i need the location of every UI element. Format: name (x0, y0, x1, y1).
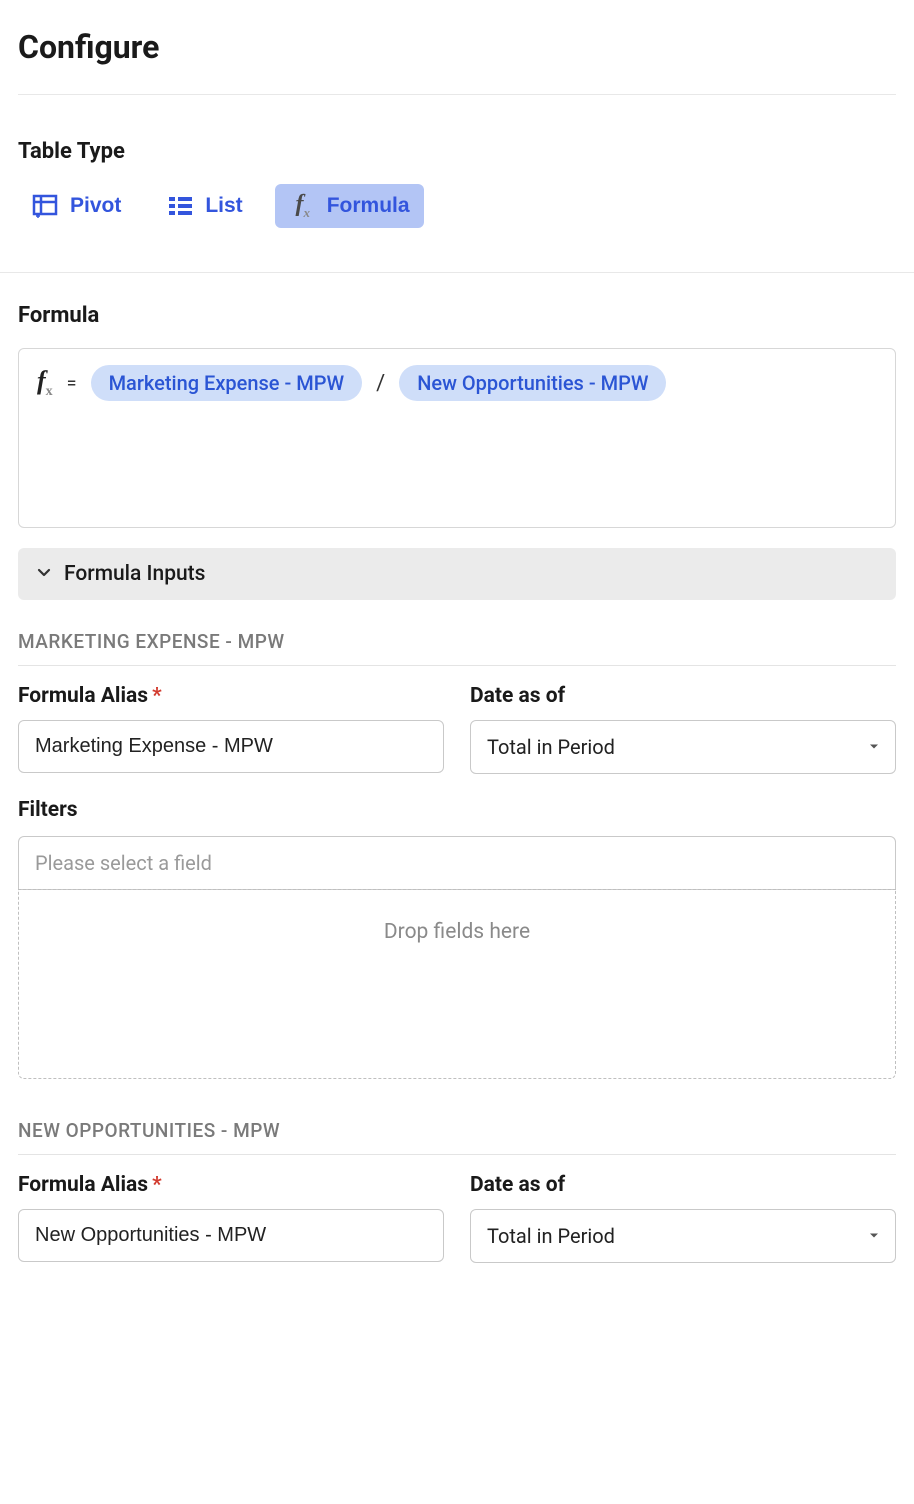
formula-icon: fx (289, 194, 317, 218)
dateasof-select[interactable]: Total in Period (470, 720, 896, 774)
table-type-label: Table Type (18, 139, 896, 164)
filters-field-select[interactable]: Please select a field (18, 836, 896, 890)
divider (18, 94, 896, 95)
list-icon (167, 194, 195, 218)
page-title: Configure (18, 18, 896, 66)
chevron-down-icon (36, 564, 52, 584)
required-mark: * (152, 684, 162, 708)
input-group-header: MARKETING EXPENSE - MPW (18, 630, 896, 653)
tab-list-label: List (205, 194, 242, 218)
dateasof-select[interactable]: Total in Period (470, 1209, 896, 1263)
divider (18, 1154, 896, 1155)
tab-list[interactable]: List (153, 184, 256, 228)
filters-dropzone[interactable]: Drop fields here (18, 889, 896, 1079)
tab-pivot[interactable]: Pivot (18, 184, 135, 228)
tab-formula[interactable]: fx Formula (275, 184, 424, 228)
formula-section-label: Formula (18, 303, 896, 328)
alias-label: Formula Alias* (18, 684, 444, 708)
operator-divide: / (372, 371, 389, 396)
formula-inputs-label: Formula Inputs (64, 562, 205, 586)
tab-formula-label: Formula (327, 194, 410, 218)
input-group: MARKETING EXPENSE - MPW Formula Alias* D… (18, 630, 896, 1079)
formula-inputs-accordion[interactable]: Formula Inputs (18, 548, 896, 600)
formula-token[interactable]: Marketing Expense - MPW (91, 365, 363, 401)
dateasof-label: Date as of (470, 684, 896, 708)
input-group: NEW OPPORTUNITIES - MPW Formula Alias* D… (18, 1119, 896, 1263)
alias-input[interactable] (18, 1209, 444, 1262)
formula-token[interactable]: New Opportunities - MPW (399, 365, 666, 401)
equals-sign: = (67, 373, 77, 394)
tab-pivot-label: Pivot (70, 194, 121, 218)
fx-icon: fx (37, 366, 53, 400)
divider (0, 272, 914, 273)
table-type-tabs: Pivot List fx Formula (18, 184, 896, 228)
pivot-icon (32, 194, 60, 218)
divider (18, 665, 896, 666)
formula-editor[interactable]: fx = Marketing Expense - MPW / New Oppor… (18, 348, 896, 528)
dateasof-label: Date as of (470, 1173, 896, 1197)
alias-input[interactable] (18, 720, 444, 773)
input-group-header: NEW OPPORTUNITIES - MPW (18, 1119, 896, 1142)
alias-label: Formula Alias* (18, 1173, 444, 1197)
required-mark: * (152, 1173, 162, 1197)
filters-label: Filters (18, 798, 896, 822)
